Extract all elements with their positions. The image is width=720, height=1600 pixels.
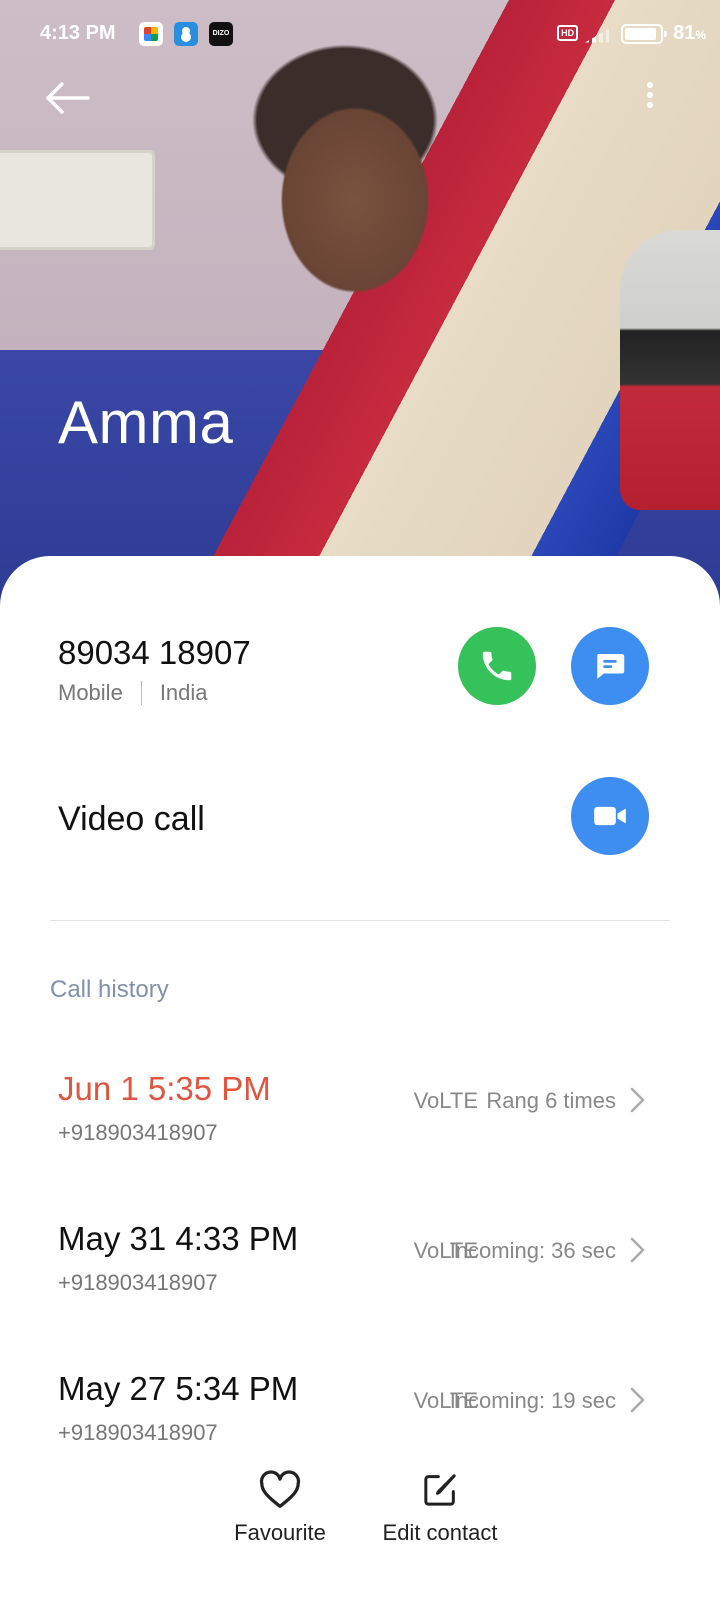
battery-level: 81% bbox=[673, 22, 706, 44]
favourite-button[interactable]: Favourite bbox=[224, 1470, 336, 1546]
phone-meta: Mobile India bbox=[58, 680, 208, 706]
contact-details-card: 89034 18907 Mobile India Video call Call… bbox=[0, 556, 720, 1600]
message-button[interactable] bbox=[571, 627, 649, 705]
battery-icon bbox=[621, 23, 668, 44]
contact-photo bbox=[0, 0, 720, 640]
chevron-right-icon bbox=[630, 1237, 645, 1263]
contacts-app-icon bbox=[174, 22, 198, 46]
contact-name: Amma bbox=[58, 389, 234, 456]
call-history-title: Call history bbox=[50, 976, 169, 1003]
call-network: VoLTE bbox=[413, 1088, 478, 1113]
status-time: 4:13 PM bbox=[40, 22, 116, 44]
arrow-left-icon bbox=[46, 82, 90, 114]
video-call-button[interactable] bbox=[571, 777, 649, 855]
edit-contact-button[interactable]: Edit contact bbox=[360, 1470, 520, 1546]
call-date: Jun 1 5:35 PM bbox=[58, 1070, 271, 1107]
back-button[interactable] bbox=[40, 78, 92, 118]
call-date: May 31 4:33 PM bbox=[58, 1220, 299, 1257]
call-number: +918903418907 bbox=[58, 1270, 218, 1295]
phone-type: Mobile bbox=[58, 680, 123, 705]
heart-icon bbox=[259, 1470, 301, 1508]
video-camera-icon bbox=[594, 806, 626, 826]
call-history-row[interactable]: May 31 4:33 PM +918903418907 VoLTE Incom… bbox=[0, 1220, 720, 1340]
call-detail: Incoming: 36 sec bbox=[449, 1238, 616, 1263]
message-icon bbox=[597, 654, 625, 679]
call-button[interactable] bbox=[458, 627, 536, 705]
chevron-right-icon bbox=[630, 1087, 645, 1113]
video-call-label: Video call bbox=[58, 800, 205, 838]
status-bar: 4:13 PM DIZO 81% bbox=[0, 0, 720, 70]
bottom-action-bar: Favourite Edit contact bbox=[0, 1450, 720, 1600]
favourite-label: Favourite bbox=[234, 1520, 326, 1545]
section-divider bbox=[50, 920, 670, 921]
call-date: May 27 5:34 PM bbox=[58, 1370, 299, 1407]
call-number: +918903418907 bbox=[58, 1420, 218, 1445]
play-games-icon bbox=[139, 22, 163, 46]
edit-icon bbox=[424, 1474, 456, 1506]
phone-number[interactable]: 89034 18907 bbox=[58, 634, 251, 672]
status-indicators: 81% bbox=[557, 22, 706, 45]
call-history-row[interactable]: Jun 1 5:35 PM +918903418907 VoLTE Rang 6… bbox=[0, 1070, 720, 1190]
call-detail: Incoming: 19 sec bbox=[449, 1388, 616, 1413]
call-detail: Rang 6 times bbox=[486, 1088, 616, 1113]
signal-icon bbox=[557, 23, 611, 45]
phone-icon bbox=[482, 651, 512, 681]
more-options-button[interactable] bbox=[640, 78, 660, 118]
chevron-right-icon bbox=[630, 1387, 645, 1413]
meta-divider bbox=[140, 681, 142, 705]
phone-country: India bbox=[159, 680, 208, 705]
edit-contact-label: Edit contact bbox=[382, 1520, 498, 1545]
call-number: +918903418907 bbox=[58, 1120, 218, 1145]
more-vertical-icon bbox=[647, 82, 653, 88]
dizo-app-icon: DIZO bbox=[209, 22, 233, 46]
